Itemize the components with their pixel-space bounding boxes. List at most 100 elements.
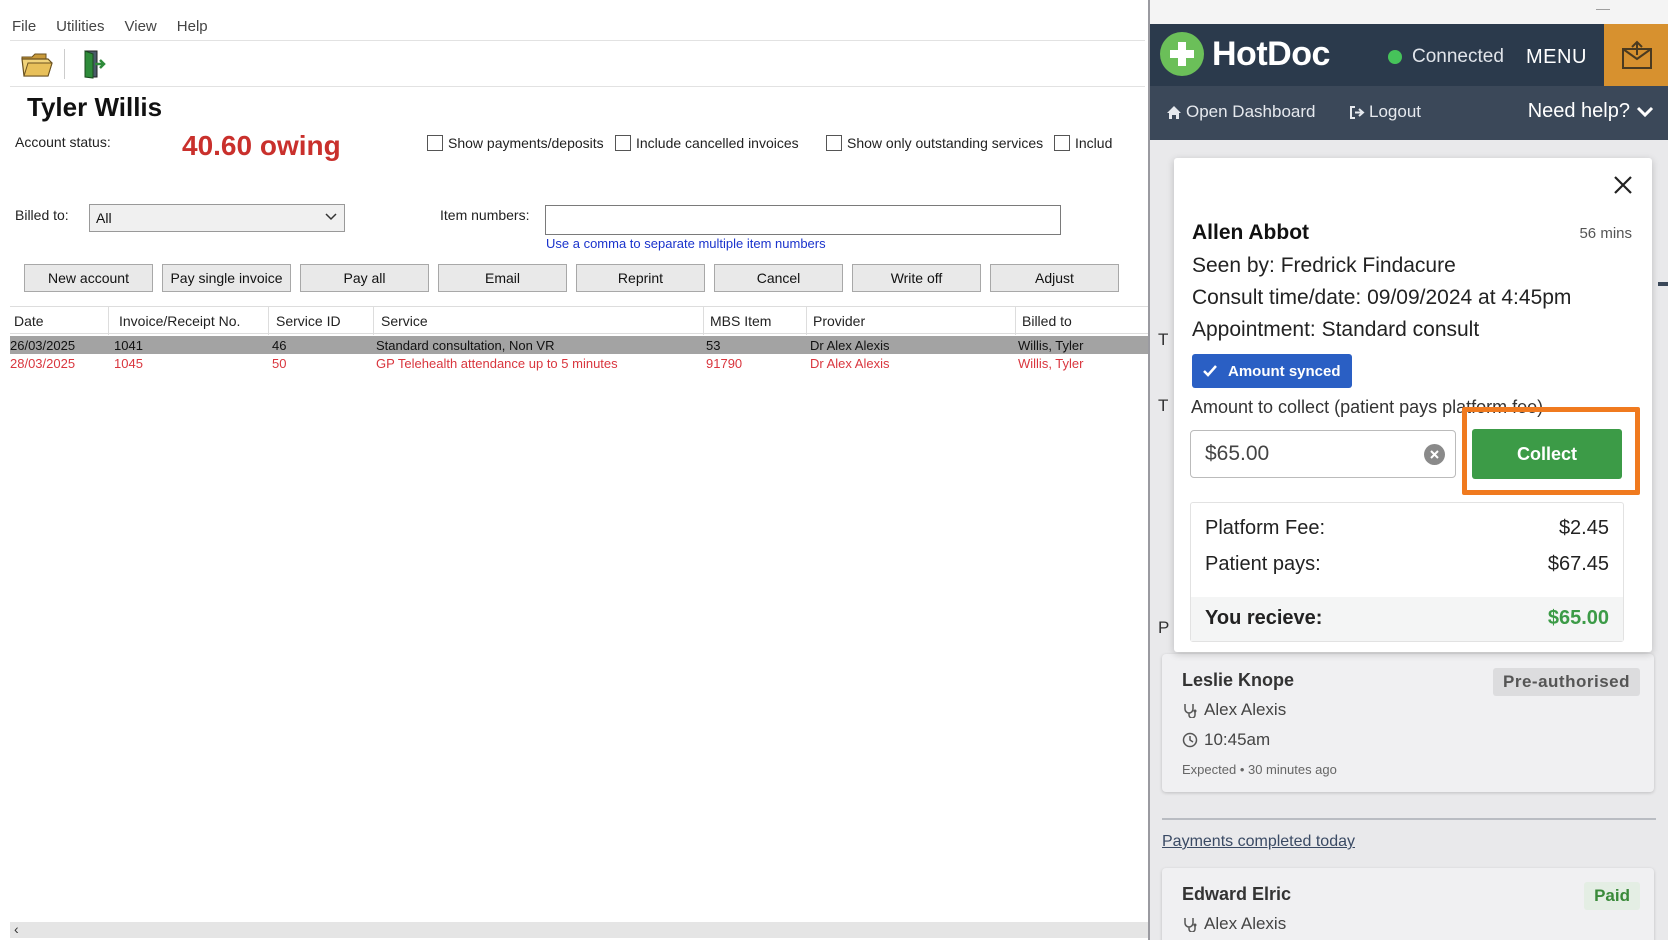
modal-elapsed-time: 56 mins	[1579, 225, 1632, 242]
patient-name: Tyler Willis	[27, 92, 163, 122]
include-cancelled-checkbox[interactable]: Include cancelled invoices	[615, 135, 799, 151]
logout-icon	[1350, 105, 1365, 119]
account-status-value: 40.60 owing	[182, 130, 341, 161]
status-text: Connected	[1412, 46, 1504, 67]
logout-link[interactable]: Logout	[1349, 102, 1421, 122]
table-header: Date Invoice/Receipt No. Service ID Serv…	[10, 306, 1148, 335]
checkbox-box[interactable]	[826, 135, 842, 151]
home-icon	[1167, 105, 1181, 119]
modal-appointment: Appointment: Standard consult	[1192, 318, 1480, 341]
new-account-button[interactable]: New account	[24, 264, 153, 292]
clock-icon	[1182, 732, 1198, 748]
menu-file[interactable]: File	[12, 18, 36, 38]
open-dashboard-link[interactable]: Open Dashboard	[1166, 102, 1315, 122]
collect-payment-modal: Allen Abbot 56 mins Seen by: Fredrick Fi…	[1174, 158, 1652, 652]
cell-date: 26/03/2025	[10, 338, 76, 353]
checkbox-label: Include cancelled invoices	[636, 135, 799, 151]
pay-all-button[interactable]: Pay all	[300, 264, 429, 292]
status-badge: Paid	[1584, 882, 1640, 910]
platform-fee-value: $2.45	[1558, 517, 1609, 539]
billing-window: File Utilities View Help Tyler Willis Ac…	[0, 0, 1148, 940]
fee-summary: Platform Fee: $2.45 Patient pays: $67.45…	[1190, 502, 1624, 642]
patient-pays-value: $67.45	[1547, 553, 1609, 575]
horizontal-scrollbar[interactable]: ‹	[10, 921, 1148, 938]
action-buttons: New account Pay single invoice Pay all E…	[24, 264, 1119, 292]
background-text: T	[1158, 330, 1169, 349]
column-divider	[108, 307, 109, 335]
payment-card[interactable]: Leslie Knope Pre-authorised Alex Alexis …	[1162, 654, 1654, 792]
column-billed-to[interactable]: Billed to	[1022, 313, 1072, 329]
column-provider[interactable]: Provider	[813, 313, 865, 329]
item-numbers-hint: Use a comma to separate multiple item nu…	[546, 236, 826, 251]
modal-consult-time: Consult time/date: 09/09/2024 at 4:45pm	[1192, 286, 1572, 309]
folder-open-icon[interactable]	[18, 46, 56, 82]
write-off-button[interactable]: Write off	[852, 264, 981, 292]
chevron-down-icon	[1636, 106, 1654, 117]
checkbox-label: Show only outstanding services	[847, 135, 1044, 151]
reprint-button[interactable]: Reprint	[576, 264, 705, 292]
billed-to-value: All	[96, 210, 112, 226]
column-divider	[268, 307, 269, 335]
billed-to-select[interactable]: All	[89, 204, 345, 232]
table-row[interactable]: 26/03/2025 1041 46 Standard consultation…	[10, 336, 1148, 354]
scroll-indicator	[1658, 282, 1668, 286]
collect-button[interactable]: Collect	[1472, 429, 1622, 479]
account-status-label: Account status:	[15, 134, 111, 150]
card-patient-name: Leslie Knope	[1182, 670, 1295, 690]
card-doctor: Alex Alexis	[1182, 700, 1286, 720]
toolbar-divider	[64, 49, 65, 79]
close-icon[interactable]	[1608, 170, 1638, 200]
checkbox-box[interactable]	[1054, 135, 1070, 151]
column-service-id[interactable]: Service ID	[276, 313, 341, 329]
card-doctor: Alex Alexis	[1182, 914, 1286, 934]
pay-single-invoice-button[interactable]: Pay single invoice	[162, 264, 291, 292]
you-receive-row: You recieve: $65.00	[1191, 597, 1623, 641]
column-date[interactable]: Date	[14, 313, 44, 329]
hotdoc-header: HotDoc Connected MENU	[1150, 24, 1668, 86]
logout-label: Logout	[1369, 102, 1421, 121]
amount-input[interactable]: $65.00	[1190, 430, 1456, 478]
cell-provider: Dr Alex Alexis	[810, 356, 890, 371]
show-payments-checkbox[interactable]: Show payments/deposits	[427, 135, 604, 151]
column-divider	[1015, 307, 1016, 335]
include-extra-checkbox[interactable]: Includ	[1054, 135, 1112, 151]
cancel-button[interactable]: Cancel	[714, 264, 843, 292]
connection-status: Connected	[1388, 46, 1504, 68]
card-time: 10:45am	[1182, 730, 1270, 750]
menu-button[interactable]: MENU	[1526, 46, 1587, 69]
column-invoice[interactable]: Invoice/Receipt No.	[119, 313, 240, 329]
billed-to-label: Billed to:	[15, 207, 69, 223]
clear-circle-icon[interactable]	[1424, 444, 1445, 465]
patient-pays-label: Patient pays:	[1205, 553, 1321, 575]
menu-help[interactable]: Help	[177, 18, 208, 38]
checkbox-box[interactable]	[427, 135, 443, 151]
item-numbers-input[interactable]	[545, 205, 1061, 235]
share-box-icon[interactable]	[1604, 24, 1668, 86]
column-service[interactable]: Service	[381, 313, 428, 329]
column-mbs-item[interactable]: MBS Item	[710, 313, 771, 329]
cell-mbs-item: 91790	[706, 356, 743, 371]
checkbox-label: Show payments/deposits	[448, 135, 604, 151]
adjust-button[interactable]: Adjust	[990, 264, 1119, 292]
table-row[interactable]: 28/03/2025 1045 50 GP Telehealth attenda…	[10, 354, 1148, 372]
checkbox-box[interactable]	[615, 135, 631, 151]
minimize-icon[interactable]: —	[1596, 0, 1610, 16]
payment-card[interactable]: Edward Elric Paid Alex Alexis	[1162, 868, 1654, 940]
exit-door-icon[interactable]	[73, 46, 111, 82]
checkbox-label: Includ	[1075, 135, 1113, 151]
show-outstanding-checkbox[interactable]: Show only outstanding services	[826, 135, 1043, 151]
modal-patient-name: Allen Abbot	[1192, 221, 1310, 244]
need-help-button[interactable]: Need help?	[1528, 100, 1654, 123]
section-divider	[1162, 818, 1656, 820]
menu-view[interactable]: View	[125, 18, 157, 38]
cell-mbs-item: 53	[706, 338, 721, 353]
patient-pays-row: Patient pays: $67.45	[1205, 553, 1609, 576]
hotdoc-logo: HotDoc	[1160, 32, 1330, 76]
email-button[interactable]: Email	[438, 264, 567, 292]
payments-completed-link[interactable]: Payments completed today	[1162, 833, 1355, 851]
chevron-left-icon[interactable]: ‹	[14, 921, 19, 937]
cell-service: GP Telehealth attendance up to 5 minutes	[376, 356, 618, 371]
hotdoc-nav: Open Dashboard Logout Need help?	[1150, 86, 1668, 140]
plus-cross-icon	[1160, 32, 1204, 76]
menu-utilities[interactable]: Utilities	[56, 18, 104, 38]
